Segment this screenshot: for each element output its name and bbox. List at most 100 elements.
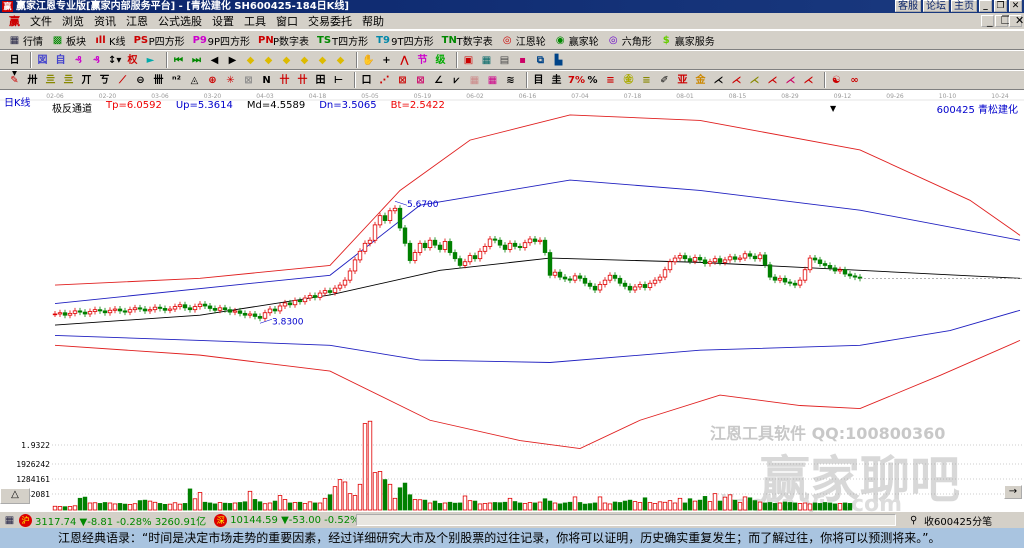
table-icon[interactable]: 田 (314, 74, 327, 87)
first-icon[interactable]: ⏮ (172, 54, 185, 67)
cross-icon[interactable]: + (380, 54, 393, 67)
grid-icon[interactable]: 卅 (26, 74, 39, 87)
self-icon[interactable]: 自 (54, 54, 67, 67)
winner-wheel-button[interactable]: ◉ 赢家轮 (554, 33, 599, 48)
horizontal-scrollbar[interactable] (356, 514, 896, 526)
fan5-icon[interactable]: ⋌ (766, 74, 779, 87)
star-icon[interactable]: ✳ (224, 74, 237, 87)
restore-icon[interactable]: ❐ (994, 0, 1007, 12)
dropdown-marker-icon[interactable]: ▼ (830, 104, 836, 113)
circle-cut-icon[interactable]: ⊖ (134, 74, 147, 87)
calculator-icon[interactable]: ▦ (3, 514, 16, 527)
close-icon[interactable]: ✕ (1009, 0, 1022, 12)
yinyang-icon[interactable]: ☯ (830, 74, 843, 87)
shrink-icon[interactable]: ◆ (298, 54, 311, 67)
line-icon[interactable]: ⋀ (398, 54, 411, 67)
fan-box2-icon[interactable]: ⊠ (414, 74, 427, 87)
homepage-button[interactable]: 主页 (951, 0, 977, 12)
gold-grid2-icon[interactable]: 亖 (62, 74, 75, 87)
gold-circle-icon[interactable]: ㊎ (622, 74, 635, 87)
percent-fan-icon[interactable]: 7% (568, 74, 585, 87)
menu-browse[interactable]: 浏览 (57, 13, 89, 29)
ruler-icon[interactable]: 目 (532, 74, 545, 87)
gold-grid-icon[interactable]: 亖 (44, 74, 57, 87)
pen-icon[interactable]: ✎ (8, 74, 21, 87)
child-minimize-icon[interactable]: _ (981, 15, 994, 27)
lines-icon[interactable]: ≋ (504, 74, 517, 87)
indicator-icon[interactable]: ₰ (72, 54, 85, 67)
kline-button[interactable]: ıll K线 (94, 33, 125, 48)
calendar-icon[interactable]: ▣ (462, 54, 475, 67)
menu-trade[interactable]: 交易委托 (303, 13, 357, 29)
candle-icon[interactable]: ↕▾ (108, 54, 121, 67)
draw-icon[interactable]: ⟋ (116, 74, 129, 87)
n-icon[interactable]: N (260, 74, 273, 87)
fan2-icon[interactable]: ⋌ (712, 74, 725, 87)
menu-help[interactable]: 帮助 (357, 13, 389, 29)
gann-icon[interactable]: 级 (434, 54, 447, 67)
t-square-button[interactable]: TS T四方形 (317, 33, 368, 48)
child-restore-icon[interactable]: ❐ (995, 15, 1011, 27)
forum-button[interactable]: 论坛 (923, 0, 949, 12)
fan3-icon[interactable]: ⋌ (730, 74, 743, 87)
chart-type-icon[interactable]: 図 (36, 54, 49, 67)
n2-icon[interactable]: ⁿ² (170, 74, 183, 87)
menu-tools[interactable]: 工具 (239, 13, 271, 29)
zoom-out-icon[interactable]: ◆ (262, 54, 275, 67)
dots-icon[interactable]: ▦ (468, 74, 481, 87)
service-button[interactable]: $ 赢家服务 (660, 33, 715, 48)
fork-icon[interactable]: 丌 (80, 74, 93, 87)
box2-icon[interactable]: 口 (360, 74, 373, 87)
indicator2-icon[interactable]: ₰ (90, 54, 103, 67)
menu-formula[interactable]: 公式选股 (153, 13, 207, 29)
menu-gann[interactable]: 江恩 (121, 13, 153, 29)
hand-icon[interactable]: ✋ (362, 54, 375, 67)
festival-icon[interactable]: 节 (416, 54, 429, 67)
menu-news[interactable]: 资讯 (89, 13, 121, 29)
fan7-icon[interactable]: ⋌ (802, 74, 815, 87)
pen2-icon[interactable]: ✐ (658, 74, 671, 87)
percent-icon[interactable]: % (586, 74, 599, 87)
bars-icon[interactable]: 卌 (152, 74, 165, 87)
service-button[interactable]: 客服 (895, 0, 921, 12)
book-icon[interactable]: ▤ (498, 54, 511, 67)
expand-icon[interactable]: ◆ (280, 54, 293, 67)
span-icon[interactable]: ⊢ (332, 74, 345, 87)
infinity-icon[interactable]: ∞ (848, 74, 861, 87)
menu-file[interactable]: 文件 (25, 13, 57, 29)
wave-icon[interactable]: ㄎ (98, 74, 111, 87)
p-square-button[interactable]: PS P四方形 (134, 33, 185, 48)
minimize-icon[interactable]: _ (979, 0, 992, 12)
box-icon[interactable]: ⊠ (242, 74, 255, 87)
menu-window[interactable]: 窗口 (271, 13, 303, 29)
calculator-icon[interactable]: ▦ (480, 54, 493, 67)
next-page-button[interactable]: → (1004, 485, 1022, 499)
fan4-icon[interactable]: ⋌ (748, 74, 761, 87)
block-button[interactable]: ▩ 板块 (51, 33, 86, 48)
up-icon[interactable]: ◆ (316, 54, 329, 67)
right-icon[interactable]: ▶ (226, 54, 239, 67)
down-icon[interactable]: ◆ (334, 54, 347, 67)
menu-settings[interactable]: 设置 (207, 13, 239, 29)
fan6-icon[interactable]: ⋌ (784, 74, 797, 87)
9t-square-button[interactable]: T9 9T四方形 (376, 33, 433, 48)
kline-chart[interactable]: 江恩工具软件 QQ:100800360 赢家聊吧 liaoba.yi...com… (0, 90, 1024, 517)
triangle-icon[interactable]: ◬ (188, 74, 201, 87)
child-close-icon[interactable]: ✕ (1009, 15, 1024, 27)
fan-icon[interactable]: ⋰ (378, 74, 391, 87)
truck-icon[interactable]: ▙ (552, 54, 565, 67)
fan-box-icon[interactable]: ⊠ (396, 74, 409, 87)
gann-wheel-button[interactable]: ◎ 江恩轮 (501, 33, 546, 48)
red-grid-icon[interactable]: 卄 (278, 74, 291, 87)
zoom-in-icon[interactable]: ◆ (244, 54, 257, 67)
v-icon[interactable]: ⩗ (450, 74, 463, 87)
percent-lines-icon[interactable]: ≡ (604, 74, 617, 87)
angle-icon[interactable]: ∠ (432, 74, 445, 87)
expand-panel-button[interactable]: △ (0, 488, 30, 504)
quote-button[interactable]: ▦ 行情 (8, 33, 43, 48)
dots2-icon[interactable]: ▦ (486, 74, 499, 87)
period-day-icon[interactable]: 日▾ (8, 54, 21, 79)
shanghai-index-text[interactable]: 3117.74 ▼-8.81 -0.28% 3260.91亿 (35, 513, 206, 528)
gold-b-icon[interactable]: 金 (694, 74, 707, 87)
network-icon[interactable]: ⧉ (534, 54, 547, 67)
